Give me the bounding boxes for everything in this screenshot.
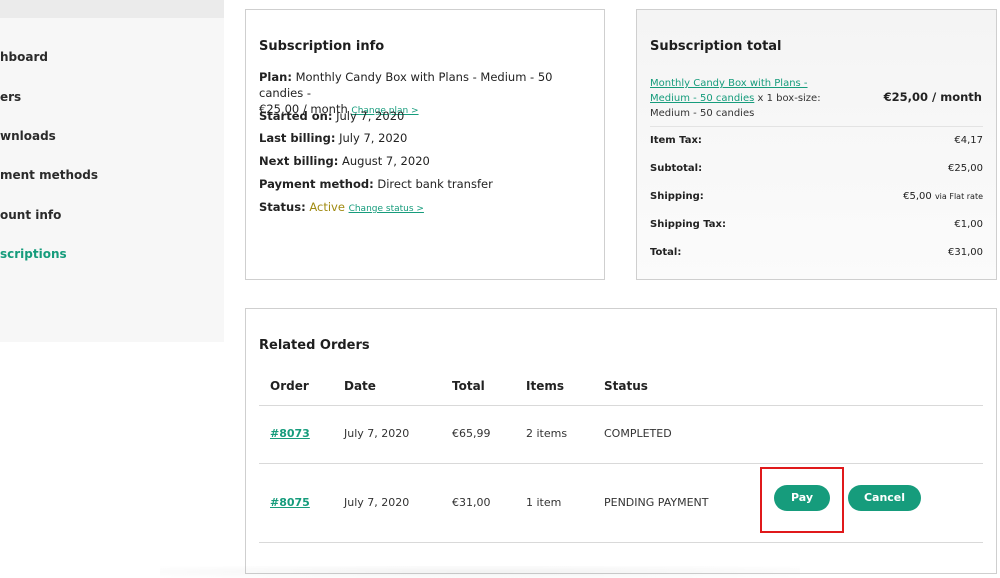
payment-method-value: Direct bank transfer bbox=[377, 177, 493, 191]
change-status-link[interactable]: Change status > bbox=[349, 204, 424, 214]
total-label: Total: bbox=[650, 247, 682, 258]
order-items: 2 items bbox=[526, 427, 568, 440]
next-billing-value: August 7, 2020 bbox=[342, 154, 430, 168]
sidebar-item-label: scriptions bbox=[0, 247, 67, 261]
row-divider bbox=[259, 542, 983, 543]
sidebar-item-dashboard[interactable]: hboard bbox=[0, 50, 48, 64]
shipping-label: Shipping: bbox=[650, 191, 704, 202]
order-date: July 7, 2020 bbox=[344, 496, 410, 509]
col-header-order: Order bbox=[270, 379, 309, 393]
total-value: €31,00 bbox=[948, 247, 983, 258]
plan-label: Plan: bbox=[259, 70, 292, 84]
order-items: 1 item bbox=[526, 496, 562, 509]
order-status: COMPLETED bbox=[604, 427, 672, 440]
status-label: Status: bbox=[259, 200, 306, 214]
col-header-total: Total bbox=[452, 379, 485, 393]
next-billing-line: Next billing: August 7, 2020 bbox=[259, 153, 430, 169]
order-link[interactable]: #8073 bbox=[270, 427, 310, 440]
started-value: July 7, 2020 bbox=[336, 109, 405, 123]
cancel-button[interactable]: Cancel bbox=[848, 485, 921, 511]
payment-method-line: Payment method: Direct bank transfer bbox=[259, 176, 493, 192]
product-variant: Medium - 50 candies bbox=[650, 108, 755, 119]
subscription-info-title: Subscription info bbox=[259, 39, 385, 54]
subscription-info-card: Subscription info Plan: Monthly Candy Bo… bbox=[245, 9, 605, 280]
bottom-shadow bbox=[160, 566, 800, 578]
last-billing-label: Last billing: bbox=[259, 131, 336, 145]
started-label: Started on: bbox=[259, 109, 333, 123]
shipping-method: via Flat rate bbox=[934, 192, 983, 201]
sidebar-item-payment-methods[interactable]: ment methods bbox=[0, 168, 98, 182]
next-billing-label: Next billing: bbox=[259, 154, 339, 168]
header-divider bbox=[259, 405, 983, 406]
product-link-line1: Monthly Candy Box with Plans - bbox=[650, 78, 808, 89]
last-billing-line: Last billing: July 7, 2020 bbox=[259, 130, 407, 146]
sidebar-item-orders[interactable]: ers bbox=[0, 90, 21, 104]
item-tax-value: €4,17 bbox=[954, 135, 983, 146]
sidebar-item-subscriptions[interactable]: scriptions bbox=[0, 247, 67, 261]
sidebar-header-bar bbox=[0, 0, 224, 18]
shipping-tax-value: €1,00 bbox=[954, 219, 983, 230]
order-date: July 7, 2020 bbox=[344, 427, 410, 440]
status-line: Status: Active Change status > bbox=[259, 199, 424, 217]
sidebar-item-label: ers bbox=[0, 90, 22, 104]
shipping-tax-label: Shipping Tax: bbox=[650, 219, 726, 230]
started-line: Started on: July 7, 2020 bbox=[259, 108, 404, 124]
sidebar-item-label: hboard bbox=[0, 50, 48, 64]
order-total: €31,00 bbox=[452, 496, 491, 509]
item-tax-label: Item Tax: bbox=[650, 135, 702, 146]
col-header-items: Items bbox=[526, 379, 564, 393]
sidebar-item-downloads[interactable]: wnloads bbox=[0, 129, 56, 143]
status-value: Active bbox=[309, 200, 345, 214]
order-link[interactable]: #8075 bbox=[270, 496, 310, 509]
sidebar-item-label: ount info bbox=[0, 208, 62, 222]
subtotal-label: Subtotal: bbox=[650, 163, 703, 174]
product-link-line2: Medium - 50 candies bbox=[650, 93, 755, 104]
related-orders-title: Related Orders bbox=[259, 338, 370, 353]
col-header-date: Date bbox=[344, 379, 376, 393]
sidebar-item-account-info[interactable]: ount info bbox=[0, 208, 61, 222]
payment-method-label: Payment method: bbox=[259, 177, 374, 191]
divider bbox=[650, 126, 983, 127]
col-header-status: Status bbox=[604, 379, 648, 393]
pay-button[interactable]: Pay bbox=[774, 485, 830, 511]
account-sidebar: hboard ers wnloads ment methods ount inf… bbox=[0, 0, 224, 342]
plan-value: Monthly Candy Box with Plans - Medium - … bbox=[259, 70, 553, 100]
related-orders-card: Related Orders Order Date Total Items St… bbox=[245, 308, 997, 574]
last-billing-value: July 7, 2020 bbox=[339, 131, 408, 145]
shipping-value-wrap: €5,00 via Flat rate bbox=[903, 191, 983, 202]
order-total: €65,99 bbox=[452, 427, 491, 440]
subscription-total-card: Subscription total Monthly Candy Box wit… bbox=[636, 9, 997, 280]
subscription-total-title: Subscription total bbox=[650, 39, 782, 54]
sidebar-item-label: ment methods bbox=[0, 168, 98, 182]
subtotal-value: €25,00 bbox=[948, 163, 983, 174]
product-price: €25,00 / month bbox=[883, 90, 982, 104]
sidebar-item-label: wnloads bbox=[0, 129, 56, 143]
order-status: PENDING PAYMENT bbox=[604, 496, 709, 509]
shipping-value: €5,00 bbox=[903, 191, 932, 202]
product-line: Monthly Candy Box with Plans - Medium - 5… bbox=[650, 76, 840, 121]
row-divider bbox=[259, 463, 983, 464]
product-qty: x 1 box-size: bbox=[757, 93, 821, 104]
